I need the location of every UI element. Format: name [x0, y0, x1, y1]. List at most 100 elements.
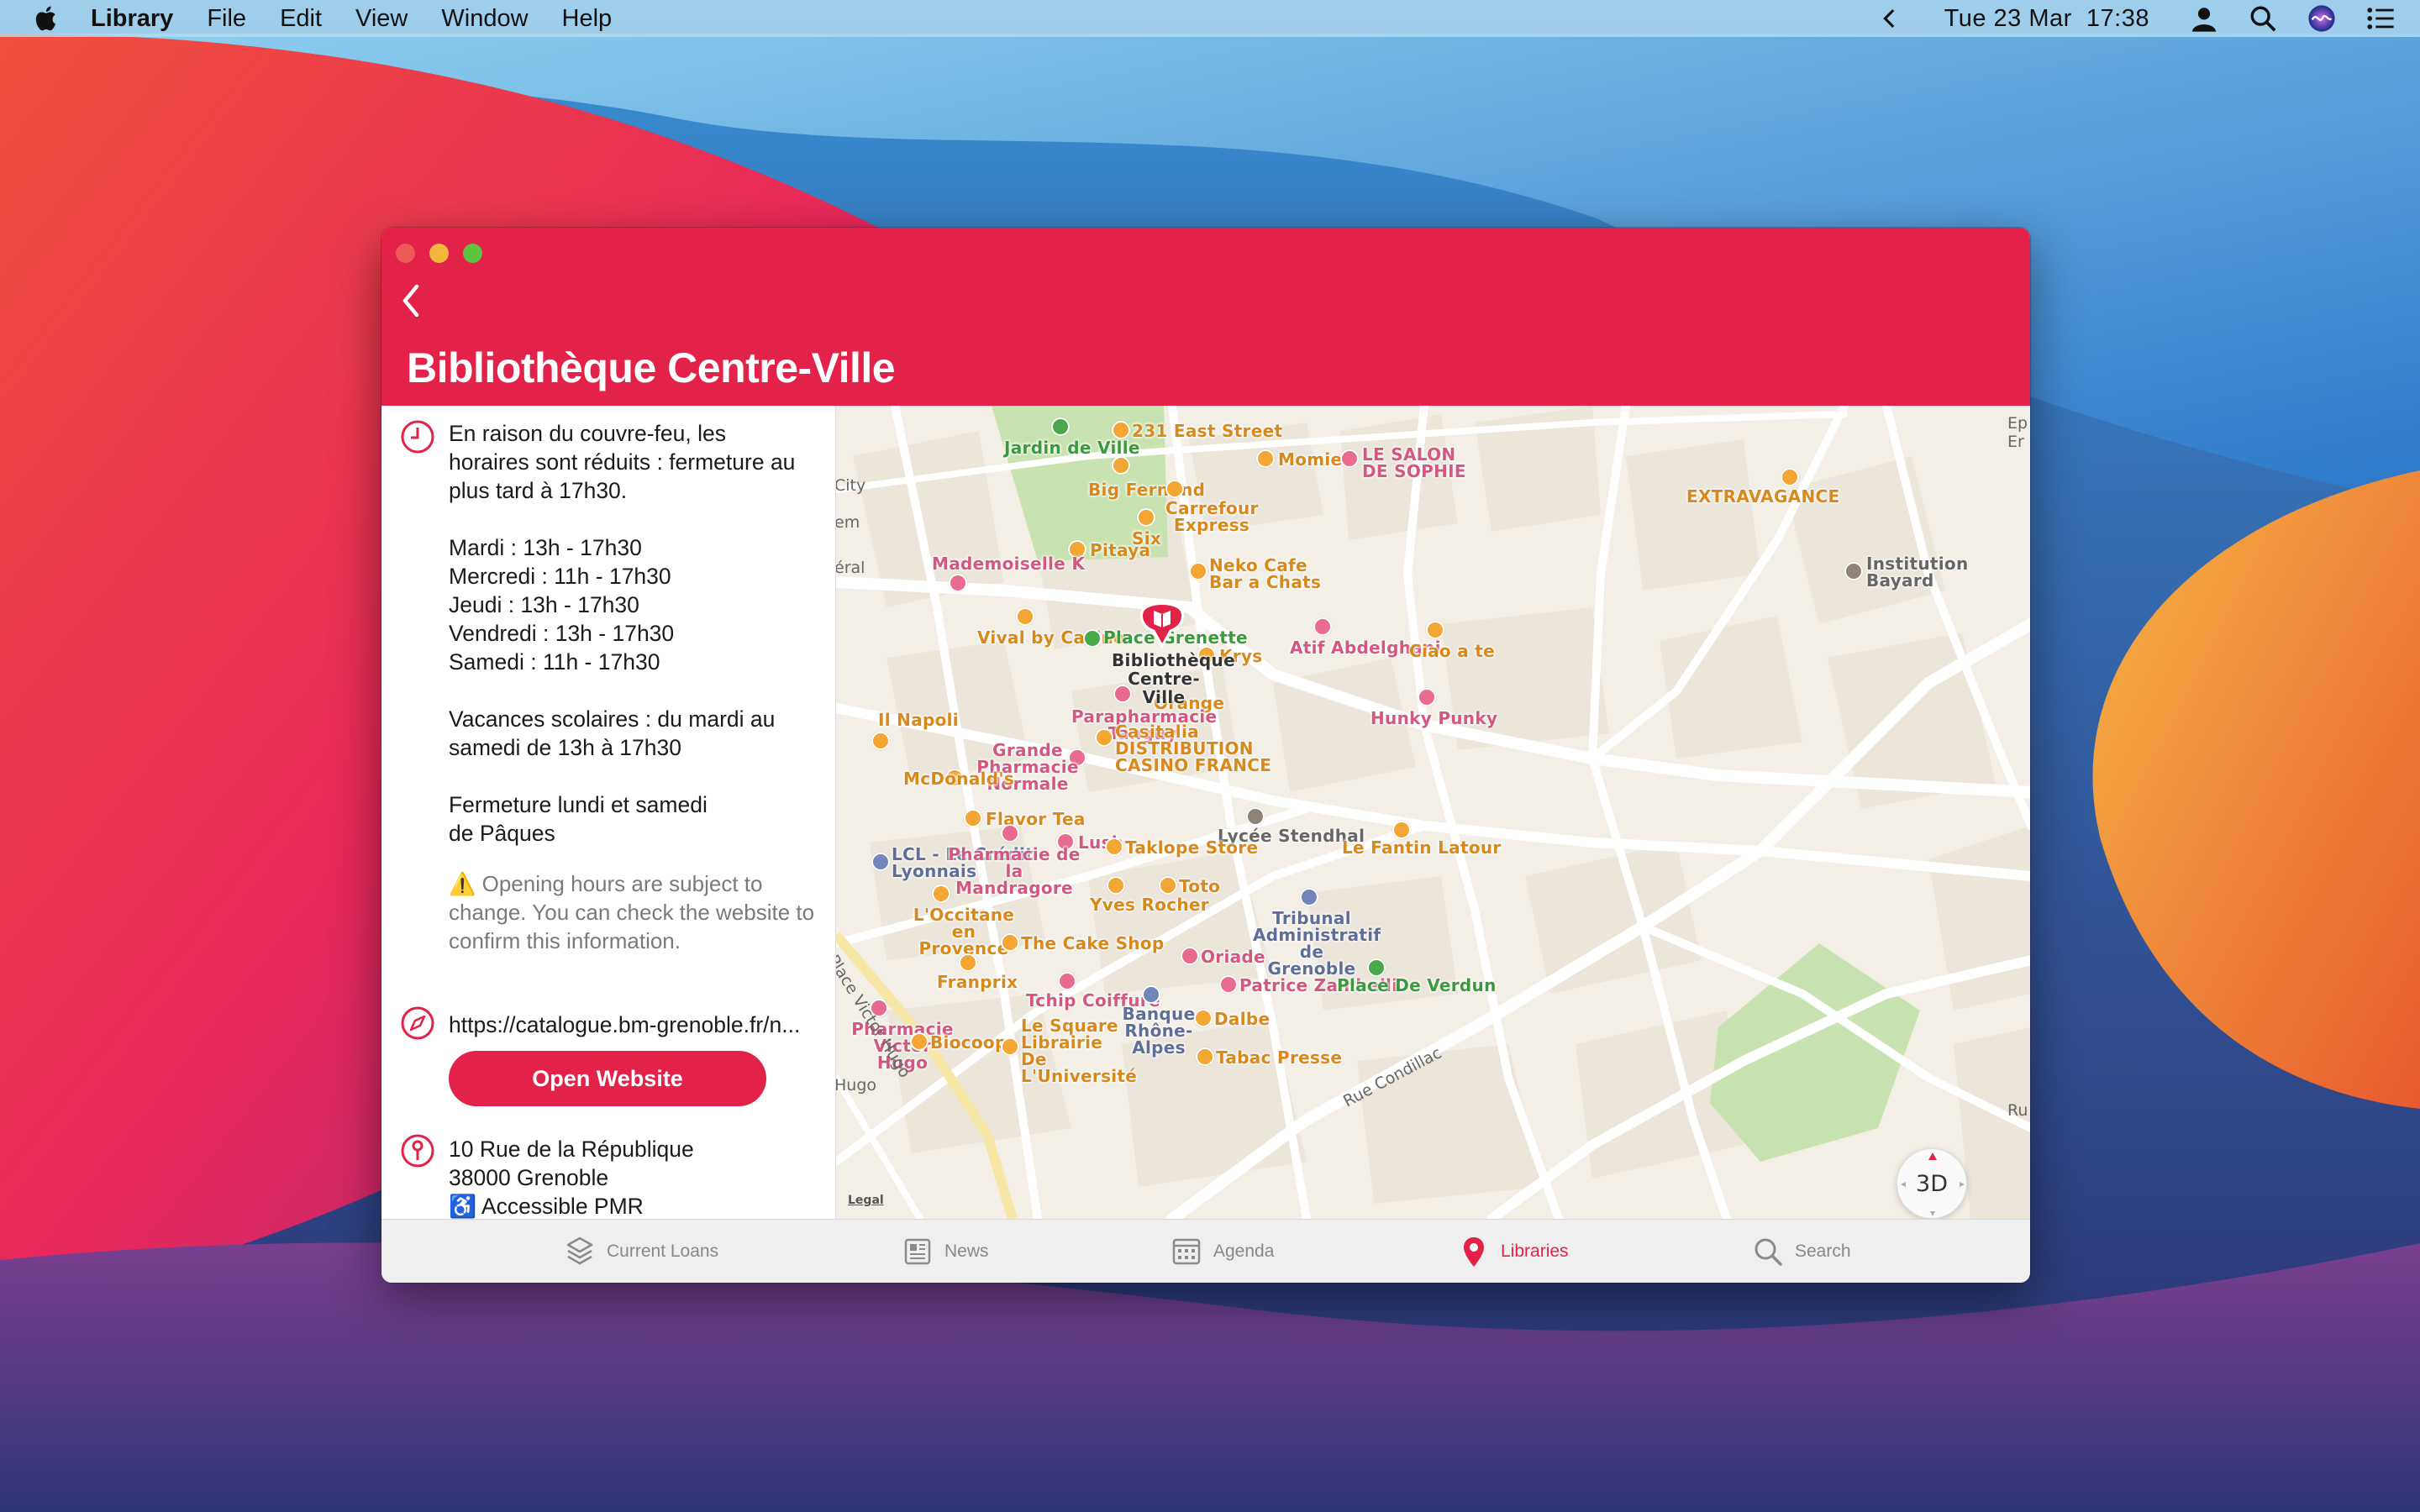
library-pin-label[interactable]: Bibliothèque Centre-Ville	[1112, 651, 1235, 706]
spotlight-search-icon[interactable]	[2249, 4, 2277, 33]
map-place-label[interactable]: Franprix	[937, 974, 1018, 991]
bookstore-marker-icon[interactable]	[1001, 1037, 1019, 1056]
beauty-marker-icon[interactable]	[1313, 617, 1332, 636]
cafe-marker-icon[interactable]	[1189, 562, 1207, 580]
map-place-label[interactable]: Carrefour Express	[1165, 500, 1258, 533]
map-place-label[interactable]: Pharmacie de la Mandragore	[947, 846, 1081, 896]
map-place-label[interactable]: Hunky Punky	[1370, 710, 1497, 727]
shop-marker-icon[interactable]	[1165, 480, 1184, 498]
menu-edit[interactable]: Edit	[280, 5, 322, 33]
restaurant-marker-icon[interactable]	[1426, 621, 1444, 639]
beauty-marker-icon[interactable]	[1340, 449, 1359, 468]
square-marker-icon[interactable]	[1367, 958, 1386, 977]
tab-libraries[interactable]: Libraries	[1459, 1220, 1569, 1283]
back-chevron-icon[interactable]	[395, 280, 429, 322]
map-place-label[interactable]: The Cake Shop	[1021, 935, 1164, 953]
beauty-marker-icon[interactable]	[1219, 975, 1238, 994]
library-pin-icon[interactable]	[1139, 596, 1186, 649]
shop-marker-icon[interactable]	[1256, 449, 1275, 468]
map-place-label[interactable]: Jardin de Ville	[1004, 439, 1140, 457]
restaurant-marker-icon[interactable]	[1112, 456, 1130, 475]
bank-marker-icon[interactable]	[871, 853, 890, 871]
open-website-button[interactable]: Open Website	[449, 1051, 766, 1106]
map-legal-link[interactable]: Legal	[848, 1194, 884, 1207]
siri-icon[interactable]	[2307, 4, 2336, 33]
map-place-label[interactable]: Yves Rocher	[1090, 896, 1209, 914]
clothing-marker-icon[interactable]	[1418, 688, 1436, 706]
grocery-marker-icon[interactable]	[959, 953, 977, 972]
shop-marker-icon[interactable]	[1159, 876, 1177, 895]
shop-marker-icon[interactable]	[1194, 1009, 1213, 1027]
map-place-label[interactable]: Ciao a te	[1409, 643, 1495, 660]
website-url[interactable]: https://catalogue.bm-grenoble.fr/n...	[449, 1012, 818, 1038]
shop-marker-icon[interactable]	[1105, 837, 1123, 856]
map-place-label[interactable]: Place De Verdun	[1337, 977, 1497, 995]
apple-logo-icon[interactable]	[32, 3, 62, 34]
tab-agenda[interactable]: Agenda	[1171, 1220, 1274, 1283]
tab-news[interactable]: News	[902, 1220, 989, 1283]
map-place-label[interactable]: Biocoop	[930, 1034, 1007, 1052]
shop-marker-icon[interactable]	[1781, 468, 1799, 486]
map-place-label[interactable]: Momie	[1278, 451, 1342, 469]
shop-marker-icon[interactable]	[932, 885, 950, 903]
restaurant-marker-icon[interactable]	[1392, 821, 1411, 839]
map-place-label[interactable]: Dalbe	[1214, 1011, 1270, 1028]
beauty-marker-icon[interactable]	[1181, 947, 1199, 965]
notification-center-icon[interactable]	[2366, 4, 2395, 33]
map-place-label[interactable]: Il Napoli	[878, 711, 959, 729]
school-marker-icon[interactable]	[1844, 562, 1863, 580]
map-place-label[interactable]: Casitalia DISTRIBUTION CASINO FRANCE	[1115, 723, 1283, 774]
map-place-label[interactable]: Taklope Store	[1125, 839, 1258, 857]
map-place-label[interactable]: Big Fernand	[1088, 481, 1205, 499]
pharmacy-marker-icon[interactable]	[1001, 824, 1019, 843]
tab-label: Current Loans	[607, 1242, 719, 1261]
map-place-label[interactable]: Pitaya	[1090, 542, 1150, 559]
map-place-label[interactable]: LE SALON DE SOPHIE	[1362, 446, 1471, 480]
tab-search[interactable]: Search	[1753, 1220, 1851, 1283]
restaurant-marker-icon[interactable]	[871, 732, 890, 750]
map-place-label[interactable]: McDonald's	[903, 770, 1014, 788]
shop-marker-icon[interactable]	[1196, 1047, 1214, 1066]
clothing-marker-icon[interactable]	[949, 574, 967, 592]
park-marker-icon[interactable]	[1051, 417, 1070, 436]
grocery-marker-icon[interactable]	[910, 1032, 929, 1051]
map-place-label[interactable]: Mademoiselle K	[932, 555, 1085, 573]
grocery-marker-icon[interactable]	[1016, 607, 1034, 626]
map-3d-button[interactable]: 3D	[1897, 1148, 1967, 1219]
window-close-button[interactable]	[396, 244, 415, 263]
map-place-label[interactable]: Institution Bayard	[1866, 555, 1984, 589]
courthouse-marker-icon[interactable]	[1300, 888, 1318, 906]
square-marker-icon[interactable]	[1083, 629, 1102, 648]
menu-window[interactable]: Window	[441, 5, 528, 33]
menu-file[interactable]: File	[207, 5, 246, 33]
menu-view[interactable]: View	[355, 5, 408, 33]
map-place-label[interactable]: Le Fantin Latour	[1342, 839, 1502, 857]
map-place-label[interactable]: EXTRAVAGANCE	[1686, 488, 1839, 506]
map-place-label[interactable]: Tabac Presse	[1216, 1049, 1342, 1067]
map-place-label[interactable]: Oriade	[1201, 948, 1265, 966]
tab-current-loans[interactable]: Current Loans	[565, 1220, 718, 1283]
menubar-clock[interactable]: Tue 23 Mar 17:38	[1944, 5, 2149, 33]
menu-help[interactable]: Help	[562, 5, 613, 33]
map-place-label[interactable]: Le Square Librairie De L'Université	[1021, 1017, 1137, 1084]
window-zoom-button[interactable]	[463, 244, 482, 263]
menu-app-name[interactable]: Library	[91, 5, 173, 33]
map-view[interactable]: Jardin de Ville 231 East Street Big Fern…	[835, 406, 2030, 1219]
shop-marker-icon[interactable]	[1107, 876, 1125, 895]
map-place-label[interactable]: Flavor Tea	[986, 811, 1086, 828]
library-info-pane[interactable]: En raison du couvre-feu, les horaires so…	[381, 406, 835, 1219]
shop-marker-icon[interactable]	[1137, 508, 1155, 527]
bank-marker-icon[interactable]	[1142, 985, 1160, 1004]
cafe-marker-icon[interactable]	[964, 809, 982, 827]
chevron-left-icon[interactable]	[1876, 4, 1904, 33]
school-marker-icon[interactable]	[1246, 807, 1265, 826]
cafe-marker-icon[interactable]	[1001, 933, 1019, 952]
map-place-label[interactable]: Toto	[1179, 878, 1220, 895]
window-minimize-button[interactable]	[429, 244, 449, 263]
restaurant-marker-icon[interactable]	[1112, 421, 1130, 439]
map-place-label[interactable]: Neko Cafe Bar a Chats	[1209, 557, 1335, 591]
map-place-label[interactable]: 231 East Street	[1132, 423, 1282, 440]
map-place-label[interactable]: Tribunal Administratif de Grenoble	[1253, 910, 1381, 977]
beauty-marker-icon[interactable]	[1058, 972, 1076, 990]
user-icon[interactable]	[2190, 4, 2218, 33]
